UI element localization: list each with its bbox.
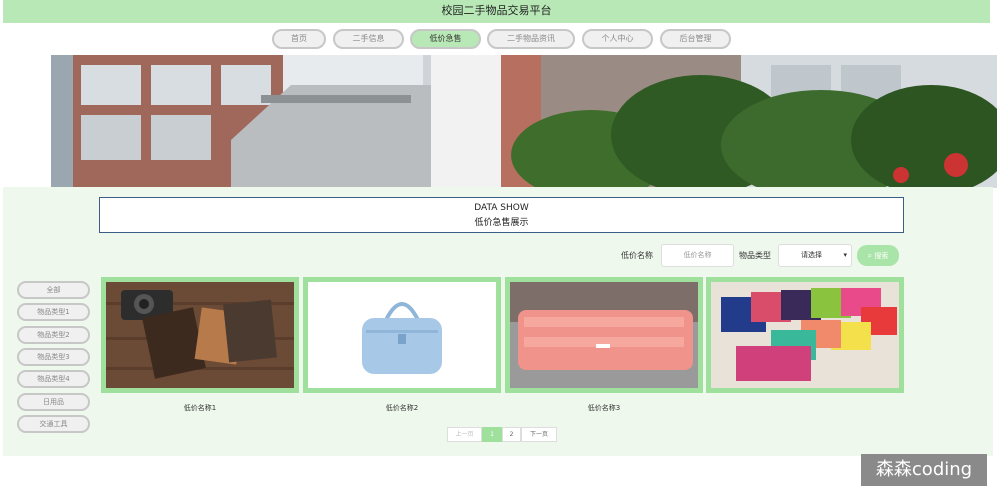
search-icon: ⌕: [867, 251, 873, 260]
sidebar-item-type3[interactable]: 物品类型3: [17, 348, 90, 366]
type-select-value: 请选择: [801, 251, 822, 259]
type-select[interactable]: 请选择 ▾: [778, 244, 852, 267]
main-nav: 首页 二手信息 低价急售 二手物品资讯 个人中心 后台管理: [0, 29, 997, 51]
site-title: 校园二手物品交易平台: [441, 4, 552, 17]
data-show-title: DATA SHOW: [474, 203, 529, 213]
nav-secondhand-info[interactable]: 二手信息: [333, 29, 404, 49]
nav-home[interactable]: 首页: [272, 29, 326, 49]
data-show-box: DATA SHOW 低价急售展示: [99, 197, 904, 233]
next-page-button[interactable]: 下一页: [521, 427, 557, 442]
sidebar-item-daily[interactable]: 日用品: [17, 393, 90, 411]
site-header: 校园二手物品交易平台: [3, 0, 990, 23]
search-button[interactable]: ⌕ 搜索: [857, 245, 899, 266]
product-card-3[interactable]: [505, 277, 703, 393]
sidebar-item-type2[interactable]: 物品类型2: [17, 326, 90, 344]
product-name-2: 低价名称2: [385, 404, 419, 412]
search-button-label: 搜索: [874, 252, 889, 260]
watermark: 森森coding: [861, 454, 987, 486]
product-image-wallet-camera: [106, 282, 294, 388]
product-card-4[interactable]: [706, 277, 904, 393]
prev-page-button[interactable]: 上一页: [447, 427, 482, 442]
sidebar-item-transport[interactable]: 交通工具: [17, 415, 90, 433]
nav-admin[interactable]: 后台管理: [660, 29, 731, 49]
product-image-handbag: [308, 282, 496, 388]
page-1-button[interactable]: 1: [482, 427, 502, 442]
chevron-down-icon: ▾: [843, 251, 847, 259]
nav-personal-center[interactable]: 个人中心: [582, 29, 653, 49]
name-label: 低价名称: [621, 251, 653, 260]
nav-flash-sale[interactable]: 低价急售: [410, 29, 481, 49]
type-label: 物品类型: [739, 251, 771, 260]
product-card-1[interactable]: [101, 277, 299, 393]
page-2-button[interactable]: 2: [502, 427, 521, 442]
name-input[interactable]: 低价名称: [661, 244, 734, 267]
product-image-wallets-colorful: [711, 282, 899, 388]
data-show-subtitle: 低价急售展示: [474, 218, 529, 228]
sidebar-item-type4[interactable]: 物品类型4: [17, 370, 90, 388]
sidebar-item-type1[interactable]: 物品类型1: [17, 303, 90, 321]
product-name-1: 低价名称1: [183, 404, 217, 412]
product-card-2[interactable]: [303, 277, 501, 393]
product-image-quilt: [510, 282, 698, 388]
product-name-3: 低价名称3: [587, 404, 621, 412]
nav-news[interactable]: 二手物品资讯: [487, 29, 575, 49]
banner-image: [51, 55, 997, 188]
sidebar-item-all[interactable]: 全部: [17, 281, 90, 299]
